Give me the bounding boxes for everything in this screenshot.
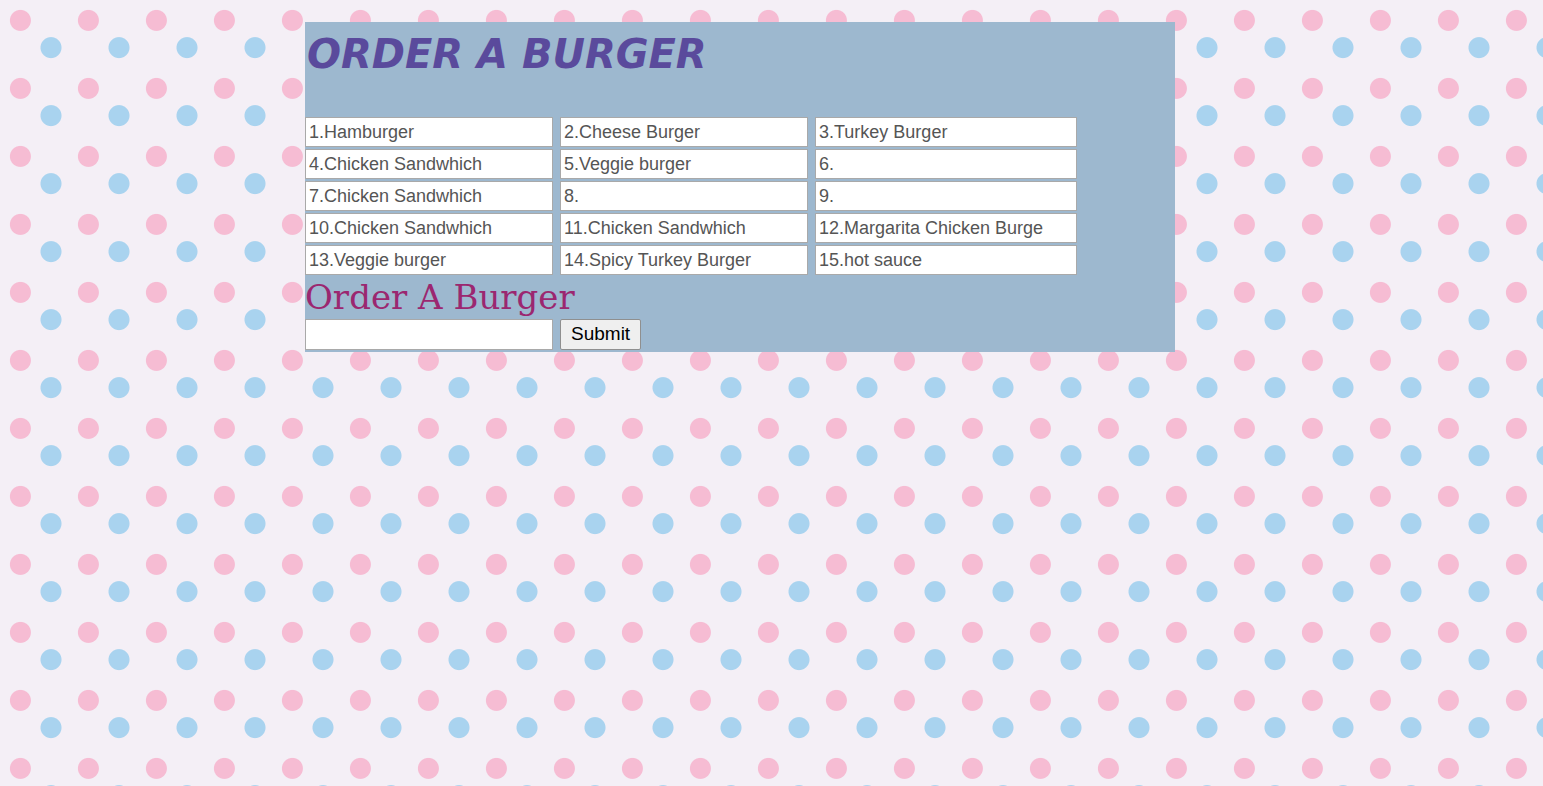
menu-item: 7.Chicken Sandwhich xyxy=(305,181,553,211)
order-input[interactable] xyxy=(305,319,553,350)
menu-item: 3.Turkey Burger xyxy=(815,117,1077,147)
menu-item: 15.hot sauce xyxy=(815,245,1077,275)
menu-item: 10.Chicken Sandwhich xyxy=(305,213,553,243)
menu-grid: 1.Hamburger2.Cheese Burger3.Turkey Burge… xyxy=(305,117,1175,275)
menu-item: 13.Veggie burger xyxy=(305,245,553,275)
order-panel: ORDER A BURGER 1.Hamburger2.Cheese Burger… xyxy=(305,22,1175,352)
submit-button[interactable]: Submit xyxy=(560,319,641,350)
menu-item: 12.Margarita Chicken Burge xyxy=(815,213,1077,243)
menu-item: 4.Chicken Sandwhich xyxy=(305,149,553,179)
menu-item: 5.Veggie burger xyxy=(560,149,808,179)
menu-item: 8. xyxy=(560,181,808,211)
menu-item: 2.Cheese Burger xyxy=(560,117,808,147)
menu-item: 9. xyxy=(815,181,1077,211)
menu-item: 14.Spicy Turkey Burger xyxy=(560,245,808,275)
menu-item: 6. xyxy=(815,149,1077,179)
order-form: Submit xyxy=(305,319,1175,350)
menu-item: 11.Chicken Sandwhich xyxy=(560,213,808,243)
page: ORDER A BURGER 1.Hamburger2.Cheese Burger… xyxy=(0,0,1543,786)
page-title: ORDER A BURGER xyxy=(305,22,1175,82)
menu-item: 1.Hamburger xyxy=(305,117,553,147)
order-heading: Order A Burger xyxy=(305,275,1175,319)
